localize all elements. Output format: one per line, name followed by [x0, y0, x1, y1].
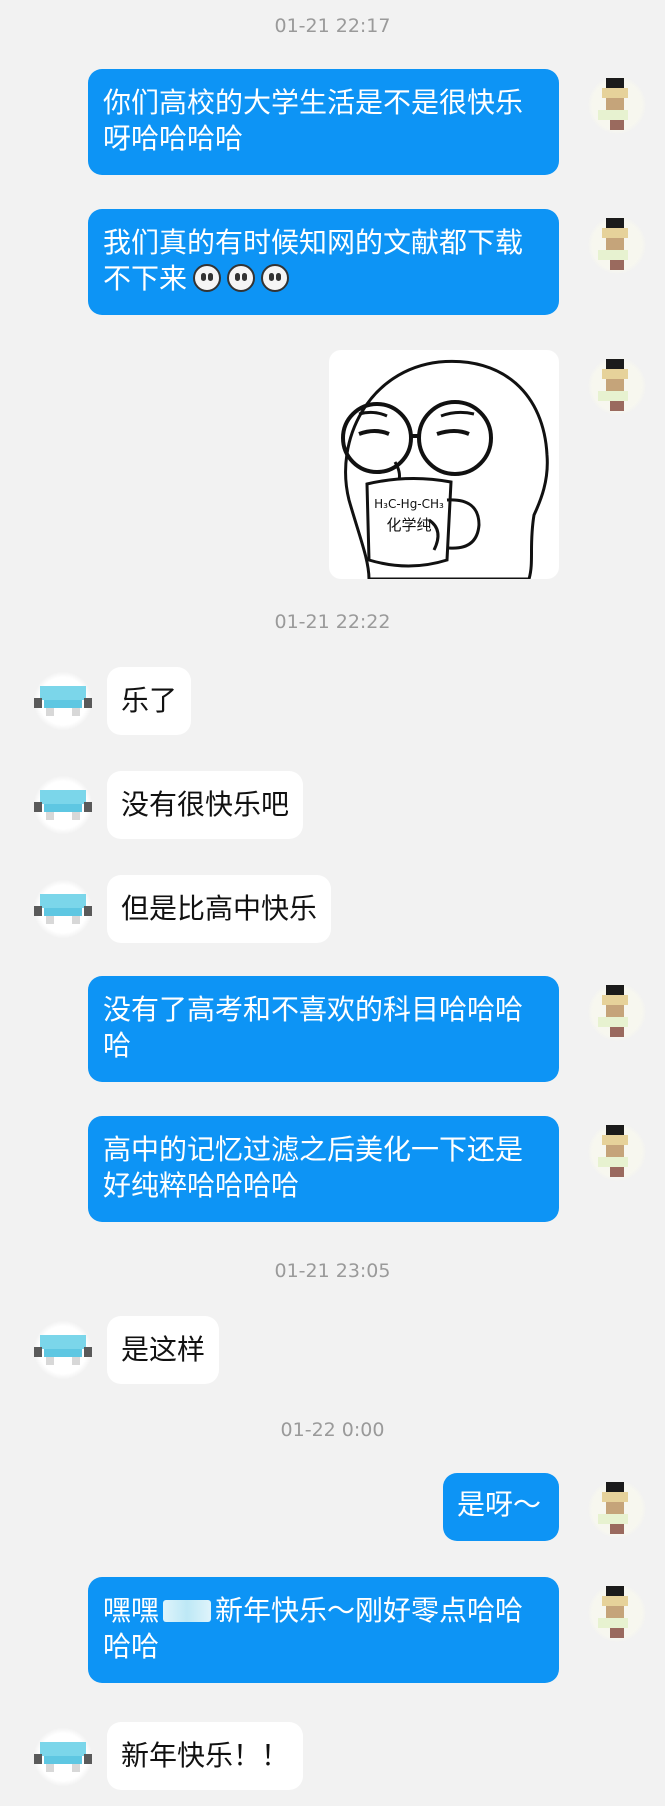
message-text: 我们真的有时候知网的文献都下载不下来	[103, 226, 524, 295]
peer-avatar[interactable]	[34, 672, 92, 730]
sticker-illustration: H₃C-Hg-CH₃ 化学纯	[341, 359, 549, 579]
message-text: 没有了高考和不喜欢的科目哈哈哈哈	[103, 993, 524, 1062]
message-bubble-incoming[interactable]: 乐了	[107, 667, 192, 735]
my-avatar[interactable]	[588, 1480, 646, 1538]
message-bubble-incoming[interactable]: 但是比高中快乐	[107, 875, 332, 943]
message-bubble-outgoing[interactable]: 没有了高考和不喜欢的科目哈哈哈哈	[88, 976, 559, 1082]
message-bubble-outgoing[interactable]: 高中的记忆过滤之后美化一下还是好纯粹哈哈哈哈	[88, 1116, 559, 1222]
mug-formula: H₃C-Hg-CH₃	[374, 497, 444, 511]
message-text-prefix: 嘿嘿	[103, 1594, 160, 1627]
my-avatar[interactable]	[588, 76, 646, 134]
my-avatar[interactable]	[588, 983, 646, 1041]
peer-avatar[interactable]	[34, 1321, 92, 1379]
scared-face-icon	[227, 264, 256, 292]
message-text: 你们高校的大学生活是不是很快乐呀哈哈哈哈	[103, 86, 524, 155]
message-text: 是这样	[121, 1333, 206, 1366]
mug-label: 化学纯	[386, 516, 431, 534]
message-text: 乐了	[121, 684, 178, 717]
message-text: 没有很快乐吧	[121, 788, 290, 821]
message-text: 但是比高中快乐	[121, 892, 318, 925]
peer-avatar[interactable]	[34, 1728, 92, 1786]
timestamp: 01-21 22:22	[274, 611, 391, 633]
scared-face-icon	[261, 264, 290, 292]
my-avatar[interactable]	[588, 357, 646, 415]
my-avatar[interactable]	[588, 216, 646, 274]
message-bubble-outgoing[interactable]: 你们高校的大学生活是不是很快乐呀哈哈哈哈	[88, 69, 559, 175]
message-bubble-incoming[interactable]: 新年快乐！！	[107, 1722, 304, 1790]
message-bubble-incoming[interactable]: 是这样	[107, 1316, 220, 1384]
my-avatar[interactable]	[588, 1123, 646, 1181]
my-avatar[interactable]	[588, 1584, 646, 1642]
scared-face-icon	[193, 264, 222, 292]
message-bubble-outgoing[interactable]: 我们真的有时候知网的文献都下载不下来	[88, 209, 559, 315]
message-text: 是呀～	[457, 1488, 542, 1521]
sticker-image[interactable]: H₃C-Hg-CH₃ 化学纯	[329, 350, 559, 579]
peer-avatar[interactable]	[34, 776, 92, 834]
message-bubble-outgoing[interactable]: 是呀～	[443, 1473, 559, 1541]
timestamp: 01-22 0:00	[280, 1419, 385, 1441]
message-bubble-incoming[interactable]: 没有很快乐吧	[107, 771, 304, 839]
timestamp: 01-21 23:05	[274, 1260, 391, 1282]
message-text: 新年快乐！！	[121, 1739, 290, 1772]
peer-avatar[interactable]	[34, 880, 92, 938]
redacted-name	[163, 1600, 212, 1622]
message-bubble-outgoing[interactable]: 嘿嘿 新年快乐～刚好零点哈哈哈哈	[88, 1577, 559, 1683]
message-text: 高中的记忆过滤之后美化一下还是好纯粹哈哈哈哈	[103, 1133, 524, 1202]
chat-thread: 01-21 22:17 你们高校的大学生活是不是很快乐呀哈哈哈哈 我们真的有时候…	[0, 0, 665, 1806]
timestamp: 01-21 22:17	[274, 15, 391, 37]
